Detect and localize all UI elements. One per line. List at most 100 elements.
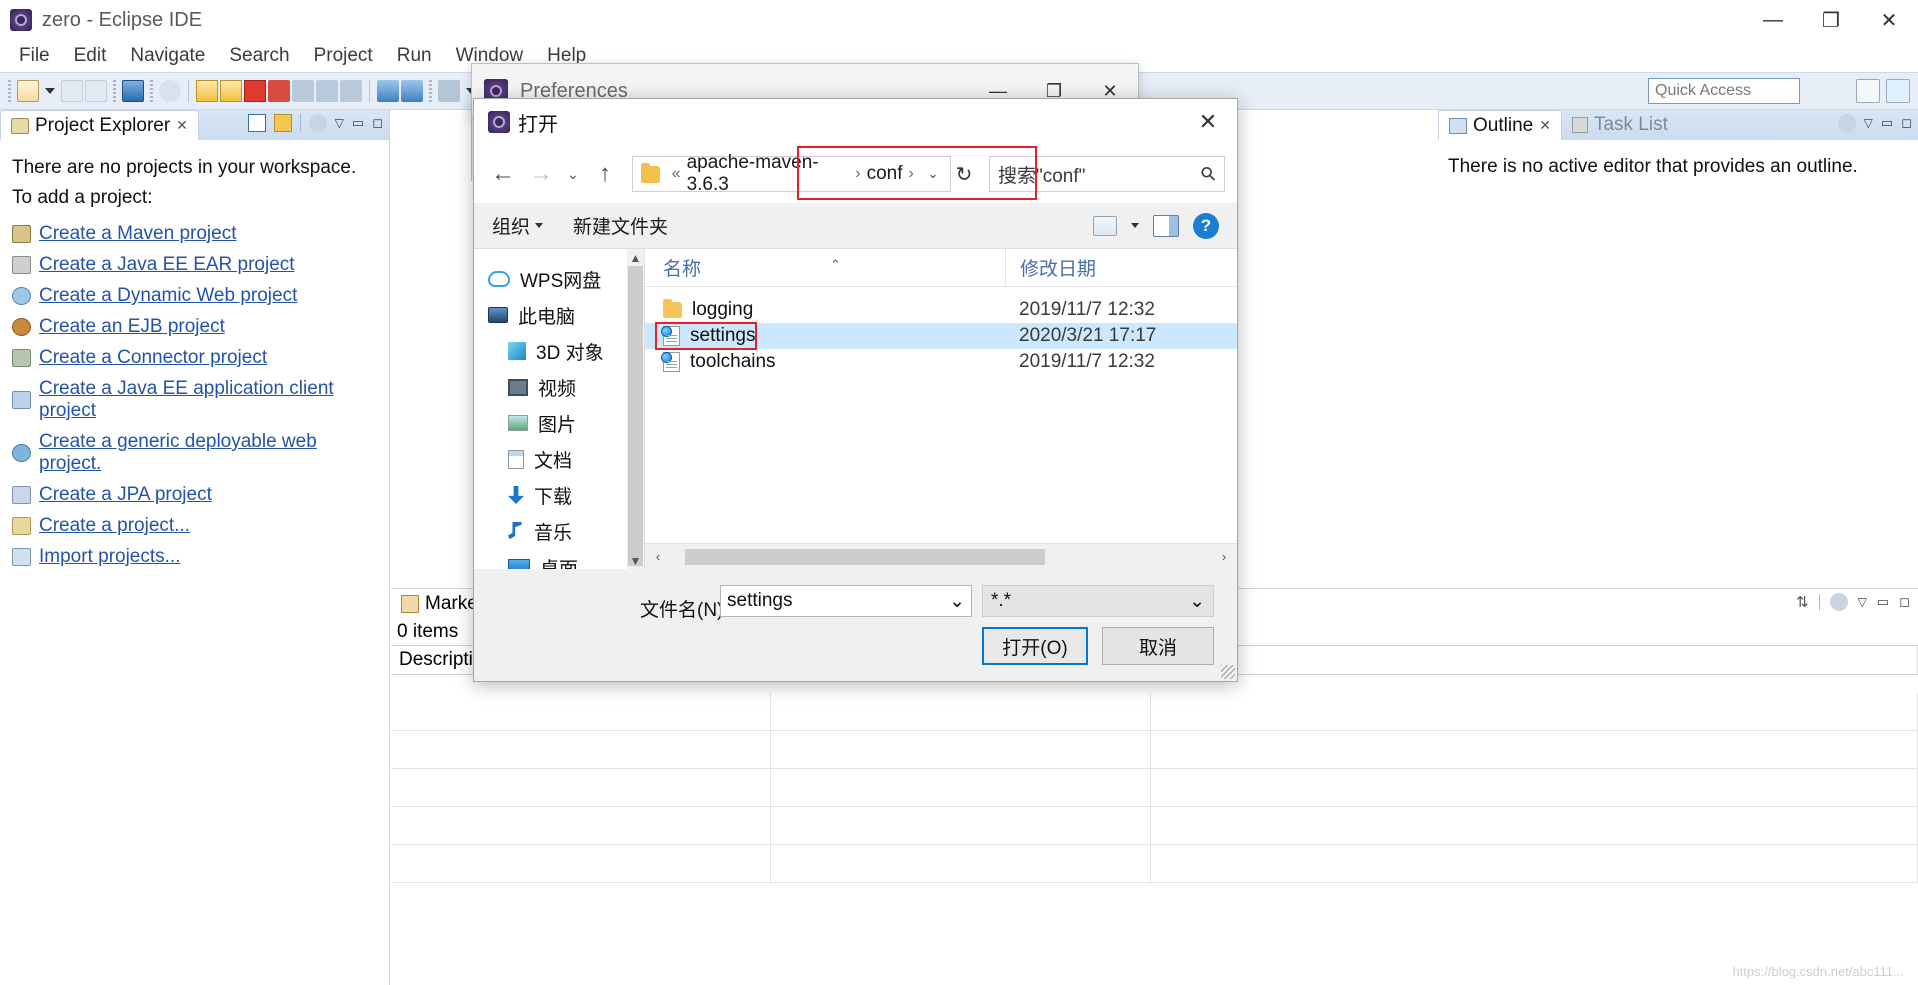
maximize-view-icon[interactable]: ◻ [1901,115,1912,131]
up-button[interactable]: ↑ [588,157,622,191]
column-header-name[interactable]: 名称 [645,254,1005,281]
table-row[interactable] [391,845,1918,883]
link-label[interactable]: Create a project... [39,515,190,537]
cancel-button[interactable]: 取消 [1102,627,1214,665]
back-button[interactable]: ← [486,157,520,191]
view-list-icon[interactable] [1093,215,1117,236]
save-all-icon[interactable] [85,80,107,102]
menu-run[interactable]: Run [386,42,443,70]
breadcrumb-item-conf[interactable]: conf [867,163,903,185]
list-item[interactable]: toolchains 2019/11/7 12:32 [645,349,1237,375]
link-label[interactable]: Create a Connector project [39,347,267,369]
table-row[interactable] [391,693,1918,731]
new-folder-button[interactable]: 新建文件夹 [573,212,668,239]
scroll-up-arrow-icon[interactable]: ▲ [627,249,644,266]
view-menu-caret-icon[interactable]: ▽ [335,116,344,130]
organize-button[interactable]: 组织 [492,212,544,239]
chevron-down-icon[interactable]: ⌄ [1189,590,1205,613]
sidebar-item-pictures[interactable]: 图片 [474,405,644,441]
minimize-view-icon[interactable]: ▭ [1877,594,1889,610]
breadcrumb[interactable]: « apache-maven-3.6.3 › conf › ⌄ [632,152,951,195]
link-label[interactable]: Import projects... [39,546,181,568]
preview-pane-icon[interactable] [1153,214,1179,237]
view-menu-caret-icon[interactable]: ▽ [1864,116,1873,130]
search-input[interactable]: 搜索"conf" ⚲ [989,156,1225,192]
java-ee-perspective-icon[interactable] [1886,79,1910,103]
link-create-maven-project[interactable]: Create a Maven project [12,223,377,245]
link-create-java-ee-ear-project[interactable]: Create a Java EE EAR project [12,254,377,276]
link-create-jpa-project[interactable]: Create a JPA project [12,484,377,506]
scroll-left-arrow-icon[interactable]: ‹ [645,549,671,564]
skip-breakpoints-icon[interactable] [159,80,181,102]
toolbar-drag-handle[interactable] [8,80,11,102]
link-create-java-ee-app-client-project[interactable]: Create a Java EE application client proj… [12,378,377,422]
debug-icon[interactable] [438,80,460,102]
view-menu-icon[interactable] [1829,593,1848,611]
link-create-project[interactable]: Create a project... [12,515,377,537]
menu-search[interactable]: Search [218,42,300,70]
close-button[interactable]: ✕ [1860,0,1918,40]
hscrollbar-thumb[interactable] [685,548,1045,565]
open-dialog-close-button[interactable]: ✕ [1185,99,1231,145]
maximize-view-icon[interactable]: ◻ [372,115,383,131]
hscrollbar-track[interactable] [671,544,1211,570]
terminate-icon[interactable] [244,80,266,102]
menu-navigate[interactable]: Navigate [119,42,216,70]
markers-column-blank-2[interactable] [1151,645,1918,675]
navigation-pane-scrollbar[interactable]: ▲ ▼ [627,249,644,569]
save-icon[interactable] [61,80,83,102]
link-label[interactable]: Create an EJB project [39,316,225,338]
breadcrumb-overflow[interactable]: « [672,165,681,183]
sidebar-item-music[interactable]: 音乐 [474,513,644,549]
help-icon[interactable]: ? [1193,212,1219,239]
table-row[interactable] [391,769,1918,807]
scrollbar-thumb[interactable] [628,266,643,566]
link-import-projects[interactable]: Import projects... [12,546,377,568]
sidebar-item-3d-objects[interactable]: 3D 对象 [474,333,644,369]
quick-access-input[interactable]: Quick Access [1648,78,1800,104]
disconnect-icon[interactable] [268,80,290,102]
console-icon[interactable] [122,80,144,102]
list-item[interactable]: settings 2020/3/21 17:17 [645,322,1237,350]
tab-project-explorer[interactable]: Project Explorer ✕ [0,110,199,140]
link-create-generic-deployable-web-project[interactable]: Create a generic deployable web project. [12,431,377,475]
new-dropdown-caret-icon[interactable] [45,88,55,94]
filename-dropdown-icon[interactable]: ⌄ [949,590,965,613]
scroll-down-arrow-icon[interactable]: ▼ [627,552,644,569]
sort-markers-icon[interactable]: ⇅ [1796,593,1809,611]
forward-button[interactable]: → [524,157,558,191]
view-menu-icon[interactable] [1837,114,1856,132]
address-bar[interactable]: « apache-maven-3.6.3 › conf › ⌄ ↻ [632,146,1037,200]
file-list-hscrollbar[interactable]: ‹ › [645,543,1237,569]
sidebar-item-downloads[interactable]: 下载 [474,477,644,513]
new-wizard-icon[interactable] [17,80,39,102]
link-label[interactable]: Create a Dynamic Web project [39,285,297,307]
step-into-icon[interactable] [292,80,314,102]
activate-task-icon[interactable] [401,80,423,102]
search-icon[interactable]: ⚲ [1196,161,1222,187]
maximize-button[interactable]: ❐ [1802,0,1860,40]
resize-grip[interactable] [1221,665,1235,679]
link-create-ejb-project[interactable]: Create an EJB project [12,316,377,338]
scroll-right-arrow-icon[interactable]: › [1211,549,1237,564]
tab-outline[interactable]: Outline ✕ [1438,110,1562,140]
sidebar-item-desktop[interactable]: 桌面 [474,549,644,569]
link-label[interactable]: Create a JPA project [39,484,212,506]
sidebar-item-documents[interactable]: 文档 [474,441,644,477]
minimize-button[interactable]: — [1744,0,1802,40]
link-label[interactable]: Create a Java EE application client proj… [39,378,377,422]
open-task-icon[interactable] [377,80,399,102]
breadcrumb-dropdown-icon[interactable]: ⌄ [920,166,946,182]
open-perspective-icon[interactable] [1856,79,1880,103]
list-item[interactable]: logging 2019/11/7 12:32 [645,297,1237,323]
menu-file[interactable]: File [8,42,61,70]
view-menu-caret-icon[interactable]: ▽ [1858,595,1867,609]
view-menu-icon[interactable] [308,114,327,132]
tab-close-icon[interactable]: ✕ [176,117,188,134]
file-type-filter-select[interactable]: *.* ⌄ [982,585,1214,617]
link-label[interactable]: Create a Java EE EAR project [39,254,295,276]
tab-task-list[interactable]: Task List [1562,110,1678,140]
table-row[interactable] [391,807,1918,845]
column-header-date[interactable]: 修改日期 [1005,249,1096,287]
sidebar-item-this-pc[interactable]: 此电脑 [474,297,644,333]
